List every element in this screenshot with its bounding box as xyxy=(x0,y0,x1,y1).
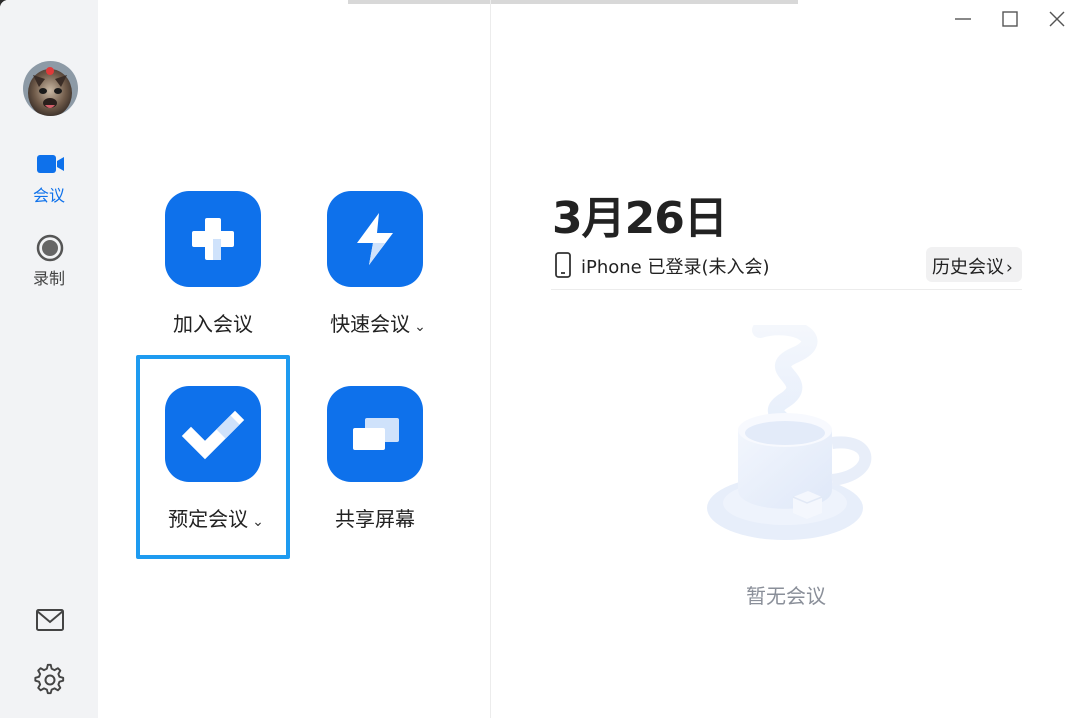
checkmark-icon xyxy=(181,410,245,460)
sidebar-item-label: 录制 xyxy=(32,269,65,288)
divider xyxy=(551,289,1022,290)
record-icon xyxy=(36,234,64,262)
join-meeting-button[interactable] xyxy=(165,191,261,287)
avatar[interactable] xyxy=(23,61,78,116)
schedule-meeting-button[interactable] xyxy=(165,386,261,482)
mail-icon[interactable] xyxy=(33,603,67,637)
sidebar: 会议 录制 xyxy=(0,0,98,718)
settings-gear-icon[interactable] xyxy=(33,663,67,697)
schedule-meeting-label[interactable]: 预定会议 ⌄ xyxy=(160,503,272,532)
share-screen-icon xyxy=(353,418,399,450)
history-meetings-button[interactable]: 历史会议 › xyxy=(926,247,1022,282)
chevron-down-icon[interactable]: ⌄ xyxy=(252,514,264,530)
phone-icon xyxy=(555,252,571,278)
quick-meeting-label[interactable]: 快速会议 ⌄ xyxy=(322,308,434,337)
maximize-icon[interactable] xyxy=(999,8,1021,30)
close-icon[interactable] xyxy=(1046,8,1068,30)
share-screen-button[interactable] xyxy=(327,386,423,482)
column-divider xyxy=(490,0,491,718)
join-meeting-label: 加入会议 xyxy=(173,312,253,336)
minimize-icon[interactable] xyxy=(952,8,974,30)
quick-meeting-text: 快速会议 xyxy=(330,312,411,336)
video-camera-icon xyxy=(37,155,64,173)
sidebar-item-recordings[interactable]: 录制 xyxy=(0,233,98,303)
app-window: 会议 录制 加入会议 快速会议 ⌄ 预定会议 ⌄ 共享屏幕 3月26日 iPho… xyxy=(0,0,1075,718)
empty-coffee-cup-illustration xyxy=(707,325,872,540)
share-screen-label: 共享屏幕 xyxy=(335,507,415,531)
quick-meeting-button[interactable] xyxy=(327,191,423,287)
page-title: 3月26日 xyxy=(552,193,728,244)
login-status-text: iPhone 已登录(未入会) xyxy=(581,257,770,278)
sidebar-item-meetings[interactable]: 会议 xyxy=(0,150,98,220)
sidebar-item-label: 会议 xyxy=(32,186,65,205)
schedule-meeting-text: 预定会议 xyxy=(168,507,249,531)
lightning-icon xyxy=(357,213,393,265)
background-window-strip xyxy=(348,0,798,4)
chevron-right-icon: › xyxy=(1006,258,1013,278)
plus-icon xyxy=(192,218,234,260)
chevron-down-icon[interactable]: ⌄ xyxy=(414,319,426,335)
history-meetings-label: 历史会议 xyxy=(932,257,1004,278)
empty-state-text: 暂无会议 xyxy=(746,584,826,608)
